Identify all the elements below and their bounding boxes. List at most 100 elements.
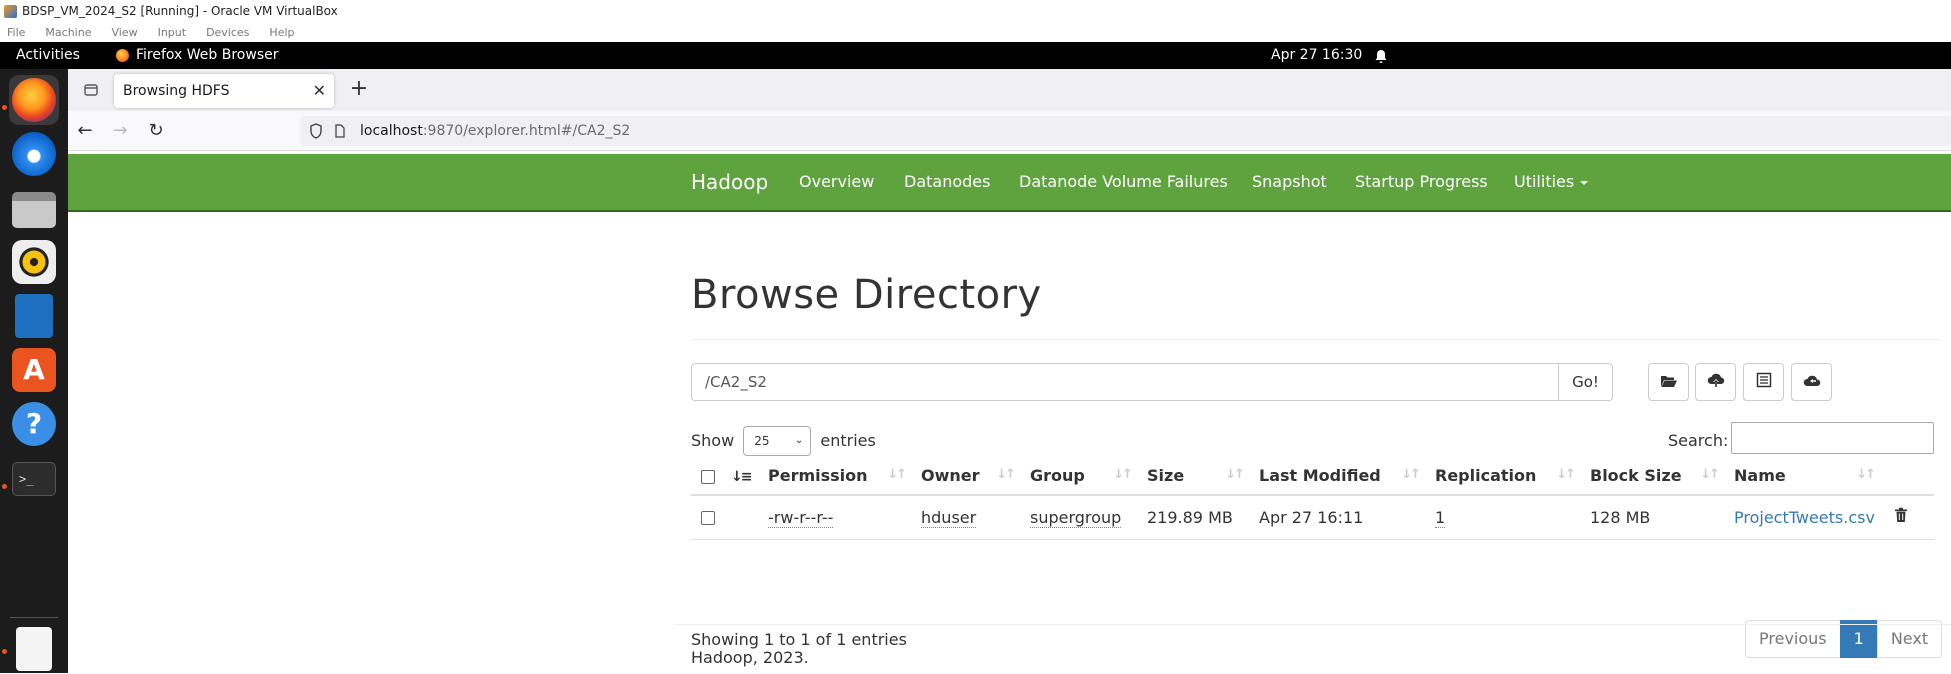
cell-replication: 1 xyxy=(1427,495,1582,540)
new-tab-icon[interactable]: + xyxy=(346,77,372,103)
column-block-size[interactable]: Block Size ↓↑ xyxy=(1582,457,1726,496)
sort-both-icon: ↓↑ xyxy=(1401,467,1421,482)
terminal-icon[interactable]: >_ xyxy=(9,453,59,503)
clock[interactable]: Apr 27 16:30 xyxy=(1271,42,1362,69)
create-directory-button[interactable] xyxy=(1648,363,1689,401)
column-owner[interactable]: Owner ↓↑ xyxy=(913,457,1022,496)
page-title: Browse Directory xyxy=(691,272,1042,318)
nav-datanodes[interactable]: Datanodes xyxy=(904,154,990,210)
forward-icon[interactable]: → xyxy=(108,119,132,143)
previous-page-button[interactable]: Previous xyxy=(1745,620,1841,658)
next-page-button[interactable]: Next xyxy=(1876,620,1943,658)
row-spacer-cell xyxy=(723,495,760,540)
firefox-icon[interactable] xyxy=(9,75,59,125)
app-menu-label: Firefox Web Browser xyxy=(136,47,279,63)
column-group-label: Group xyxy=(1030,466,1085,485)
owner-value[interactable]: hduser xyxy=(921,507,977,528)
trash-icon[interactable] xyxy=(1894,508,1908,527)
cloud-transfer-icon xyxy=(1803,373,1821,392)
text-editor-icon[interactable] xyxy=(9,624,59,674)
sort-column-header[interactable]: ↓≡ xyxy=(723,457,760,496)
page-length-control: Show 25 ⌄ entries xyxy=(691,426,876,456)
nav-datanode-volume-failures[interactable]: Datanode Volume Failures xyxy=(1019,154,1228,210)
directory-path-input[interactable]: /CA2_S2 xyxy=(691,363,1559,401)
list-icon xyxy=(1756,372,1772,392)
cut-paste-button[interactable] xyxy=(1743,363,1784,401)
sort-both-icon: ↓↑ xyxy=(1225,467,1245,482)
column-replication-label: Replication xyxy=(1435,466,1537,485)
permission-value[interactable]: -rw-r--r-- xyxy=(768,507,834,528)
cell-actions xyxy=(1882,495,1934,540)
app-center-icon[interactable]: A xyxy=(9,345,59,395)
select-all-header xyxy=(691,457,723,496)
tab-list-icon[interactable] xyxy=(79,78,103,102)
menu-devices[interactable]: Devices xyxy=(206,24,249,42)
cell-group: supergroup xyxy=(1022,495,1139,540)
running-indicator xyxy=(2,105,7,110)
column-last-modified-label: Last Modified xyxy=(1259,466,1381,485)
search-input[interactable] xyxy=(1731,422,1934,454)
nav-snapshot[interactable]: Snapshot xyxy=(1252,154,1327,210)
footer-divider xyxy=(675,624,1951,625)
caret-down-icon xyxy=(1580,180,1589,185)
upload-button[interactable] xyxy=(1695,363,1736,401)
app-menu[interactable]: Firefox Web Browser xyxy=(116,42,279,69)
column-size[interactable]: Size ↓↑ xyxy=(1139,457,1251,496)
hadoop-brand-link[interactable]: Hadoop xyxy=(691,154,768,210)
paste-button[interactable] xyxy=(1791,363,1832,401)
row-checkbox[interactable] xyxy=(701,511,715,526)
entries-select[interactable]: 25 ⌄ xyxy=(743,426,812,456)
navigation-bar: ← → ↻ localhost:9870/explorer.html#/CA2_… xyxy=(68,111,1951,151)
folder-open-icon xyxy=(1660,373,1678,392)
reload-icon[interactable]: ↻ xyxy=(144,119,168,143)
vbox-menubar: File Machine View Input Devices Help xyxy=(0,24,1951,42)
dock: A ? >_ xyxy=(0,69,68,673)
shield-icon[interactable] xyxy=(309,116,323,157)
hadoop-navbar: Hadoop Overview Datanodes Datanode Volum… xyxy=(68,154,1951,212)
page-1-button[interactable]: 1 xyxy=(1839,620,1878,658)
menu-help[interactable]: Help xyxy=(269,24,294,42)
sort-both-icon: ↓↑ xyxy=(887,467,907,482)
nav-utilities[interactable]: Utilities xyxy=(1514,154,1589,210)
url-bar[interactable]: localhost:9870/explorer.html#/CA2_S2 xyxy=(300,116,1951,146)
tab-browsing-hdfs[interactable]: Browsing HDFS ✕ xyxy=(114,74,334,108)
replication-value[interactable]: 1 xyxy=(1435,507,1446,528)
close-icon[interactable]: ✕ xyxy=(313,74,326,108)
activities-button[interactable]: Activities xyxy=(16,42,80,69)
group-value[interactable]: supergroup xyxy=(1030,507,1122,528)
cell-permission: -rw-r--r-- xyxy=(760,495,913,540)
cell-owner: hduser xyxy=(913,495,1022,540)
chevron-down-icon: ⌄ xyxy=(794,435,804,446)
column-permission[interactable]: Permission ↓↑ xyxy=(760,457,913,496)
menu-file[interactable]: File xyxy=(7,24,25,42)
column-group[interactable]: Group ↓↑ xyxy=(1022,457,1139,496)
nav-overview[interactable]: Overview xyxy=(799,154,874,210)
sort-both-icon: ↓↑ xyxy=(1113,467,1133,482)
firefox-small-icon xyxy=(116,49,129,62)
entries-select-value: 25 xyxy=(754,434,770,448)
column-replication[interactable]: Replication ↓↑ xyxy=(1427,457,1582,496)
virtualbox-icon xyxy=(4,5,17,18)
table-header-row: ↓≡ Permission ↓↑ Owner ↓↑ Group ↓↑ Size ↓↑ L… xyxy=(691,457,1934,496)
files-icon[interactable] xyxy=(9,183,59,233)
cell-block-size: 128 MB xyxy=(1582,495,1726,540)
nav-utilities-label: Utilities xyxy=(1514,172,1575,191)
column-last-modified[interactable]: Last Modified ↓↑ xyxy=(1251,457,1427,496)
back-icon[interactable]: ← xyxy=(73,119,97,143)
help-icon[interactable]: ? xyxy=(9,399,59,449)
select-all-checkbox[interactable] xyxy=(701,469,715,484)
rhythmbox-icon[interactable] xyxy=(9,237,59,287)
go-button[interactable]: Go! xyxy=(1558,363,1613,401)
file-name-link[interactable]: ProjectTweets.csv xyxy=(1734,508,1875,527)
menu-machine[interactable]: Machine xyxy=(45,24,91,42)
nav-startup-progress[interactable]: Startup Progress xyxy=(1355,154,1488,210)
column-size-label: Size xyxy=(1147,466,1185,485)
libreoffice-writer-icon[interactable] xyxy=(9,291,59,341)
sort-ascending-icon: ↓≡ xyxy=(731,469,753,485)
window-title: BDSP_VM_2024_S2 [Running] - Oracle VM Vi… xyxy=(22,4,338,18)
thunderbird-icon[interactable] xyxy=(9,129,59,179)
menu-view[interactable]: View xyxy=(111,24,137,42)
column-name[interactable]: Name ↓↑ xyxy=(1726,457,1882,496)
column-block-size-label: Block Size xyxy=(1590,466,1682,485)
menu-input[interactable]: Input xyxy=(158,24,186,42)
